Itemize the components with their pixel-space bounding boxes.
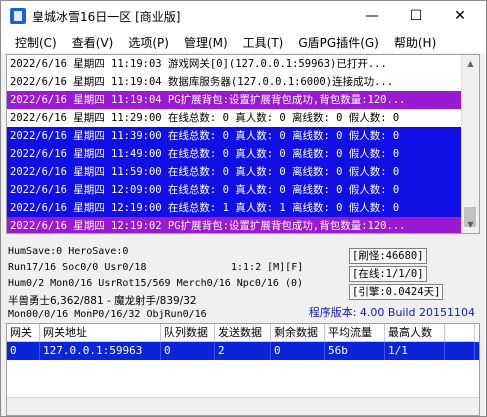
table-row[interactable]: 0 127.0.0.1:59963 0 2 0 56b 1/1 xyxy=(7,342,479,360)
menu-tools[interactable]: 工具(T) xyxy=(236,34,292,51)
table-scrollbar[interactable] xyxy=(7,397,479,415)
scroll-up-icon[interactable]: ▲ xyxy=(462,55,479,72)
col-send-data[interactable]: 发送数据 xyxy=(215,324,271,342)
log-line: 2022/6/16 星期四 12:19:00 在线总数: 1 真人数: 1 离线… xyxy=(7,199,462,217)
gateway-table: 网关 网关地址 队列数据 发送数据 剩余数据 平均流量 最高人数 0 127.0… xyxy=(6,323,480,416)
close-button[interactable]: ✕ xyxy=(438,1,482,31)
log-line: 2022/6/16 星期四 12:09:00 在线总数: 0 真人数: 0 离线… xyxy=(7,181,462,199)
object-status: Mon00/0/16 MonP0/16/32 ObjRun0/16 xyxy=(8,309,207,320)
col-extra[interactable] xyxy=(445,324,475,342)
cell-send-data: 2 xyxy=(215,342,271,360)
log-line: 2022/6/16 星期四 11:19:04 数据库服务器(127.0.0.1:… xyxy=(10,76,394,88)
app-icon xyxy=(10,8,26,24)
maximize-button[interactable]: ☐ xyxy=(394,1,438,31)
menu-gdun-plugin[interactable]: G盾PG插件(G) xyxy=(291,34,387,51)
main-window: 皇城冰雪16日一区 [商业版] — ☐ ✕ 控制(C) 查看(V) 选项(P) … xyxy=(0,0,487,417)
cell-gateway: 0 xyxy=(7,342,40,360)
col-gateway[interactable]: 网关 xyxy=(7,324,40,342)
log-scrollbar[interactable]: ▲ ▼ xyxy=(461,55,479,233)
menu-bar: 控制(C) 查看(V) 选项(P) 管理(M) 工具(T) G盾PG插件(G) … xyxy=(1,31,486,53)
cell-max-players: 1/1 xyxy=(385,342,445,360)
log-panel[interactable]: 2022/6/16 星期四 11:19:03 游戏网关[0](127.0.0.1… xyxy=(6,54,480,234)
minimize-button[interactable]: — xyxy=(350,1,394,31)
menu-view[interactable]: 查看(V) xyxy=(65,34,122,51)
cell-remaining-data: 0 xyxy=(271,342,325,360)
log-line: 2022/6/16 星期四 11:19:03 游戏网关[0](127.0.0.1… xyxy=(10,58,387,70)
engine-days: [引擎:0.0424天] xyxy=(349,284,444,300)
run-status: Run17/16 Soc0/0 Usr0/18 xyxy=(8,262,147,273)
log-line: 2022/6/16 星期四 11:19:04 PG扩展背包:设置扩展背包成功,背… xyxy=(7,91,462,109)
log-line: 2022/6/16 星期四 11:49:00 在线总数: 0 真人数: 0 离线… xyxy=(7,145,462,163)
program-version: 程序版本: 4.00 Build 20151104 xyxy=(308,306,475,319)
online-count: [在线:1/1/0] xyxy=(349,266,427,282)
col-gateway-address[interactable]: 网关地址 xyxy=(40,324,161,342)
save-status: HumSave:0 HeroSave:0 xyxy=(8,246,129,257)
human-status: Hum0/2 Mon0/16 UsrRot15/569 Merch0/16 Np… xyxy=(8,278,304,289)
cell-avg-traffic: 56b xyxy=(325,342,385,360)
log-line: 2022/6/16 星期四 11:59:00 在线总数: 0 真人数: 0 离线… xyxy=(7,163,462,181)
col-remaining-data[interactable]: 剩余数据 xyxy=(271,324,325,342)
refresh-monster-count: [刷怪:46680] xyxy=(349,248,427,264)
map-status: 1:1:2 [M][F] xyxy=(231,262,304,273)
window-title: 皇城冰雪16日一区 [商业版] xyxy=(32,9,181,24)
title-bar[interactable]: 皇城冰雪16日一区 [商业版] — ☐ ✕ xyxy=(1,1,486,31)
log-line: 2022/6/16 星期四 11:29:00 在线总数: 0 真人数: 0 离线… xyxy=(10,112,400,124)
cell-extra xyxy=(445,342,475,360)
scroll-down-icon[interactable]: ▼ xyxy=(462,216,479,233)
log-lines: 2022/6/16 星期四 11:19:03 游戏网关[0](127.0.0.1… xyxy=(7,55,462,233)
col-avg-traffic[interactable]: 平均流量 xyxy=(325,324,385,342)
menu-options[interactable]: 选项(P) xyxy=(121,34,177,51)
log-line: 2022/6/16 星期四 12:19:02 PG扩展背包:设置扩展背包成功,背… xyxy=(7,217,462,233)
monster-status: 半兽勇士6,362/881 - 魔龙射手/839/32 xyxy=(8,295,197,307)
col-queue-data[interactable]: 队列数据 xyxy=(161,324,215,342)
col-max-players[interactable]: 最高人数 xyxy=(385,324,445,342)
menu-control[interactable]: 控制(C) xyxy=(1,34,65,51)
cell-gateway-address: 127.0.0.1:59963 xyxy=(40,342,161,360)
status-area: HumSave:0 HeroSave:0 [刷怪:46680] Run17/16… xyxy=(6,244,480,322)
log-line: 2022/6/16 星期四 11:39:00 在线总数: 0 真人数: 0 离线… xyxy=(7,127,462,145)
menu-manage[interactable]: 管理(M) xyxy=(177,34,236,51)
menu-help[interactable]: 帮助(H) xyxy=(387,34,444,51)
table-header: 网关 网关地址 队列数据 发送数据 剩余数据 平均流量 最高人数 xyxy=(7,324,479,342)
cell-queue-data: 0 xyxy=(161,342,215,360)
